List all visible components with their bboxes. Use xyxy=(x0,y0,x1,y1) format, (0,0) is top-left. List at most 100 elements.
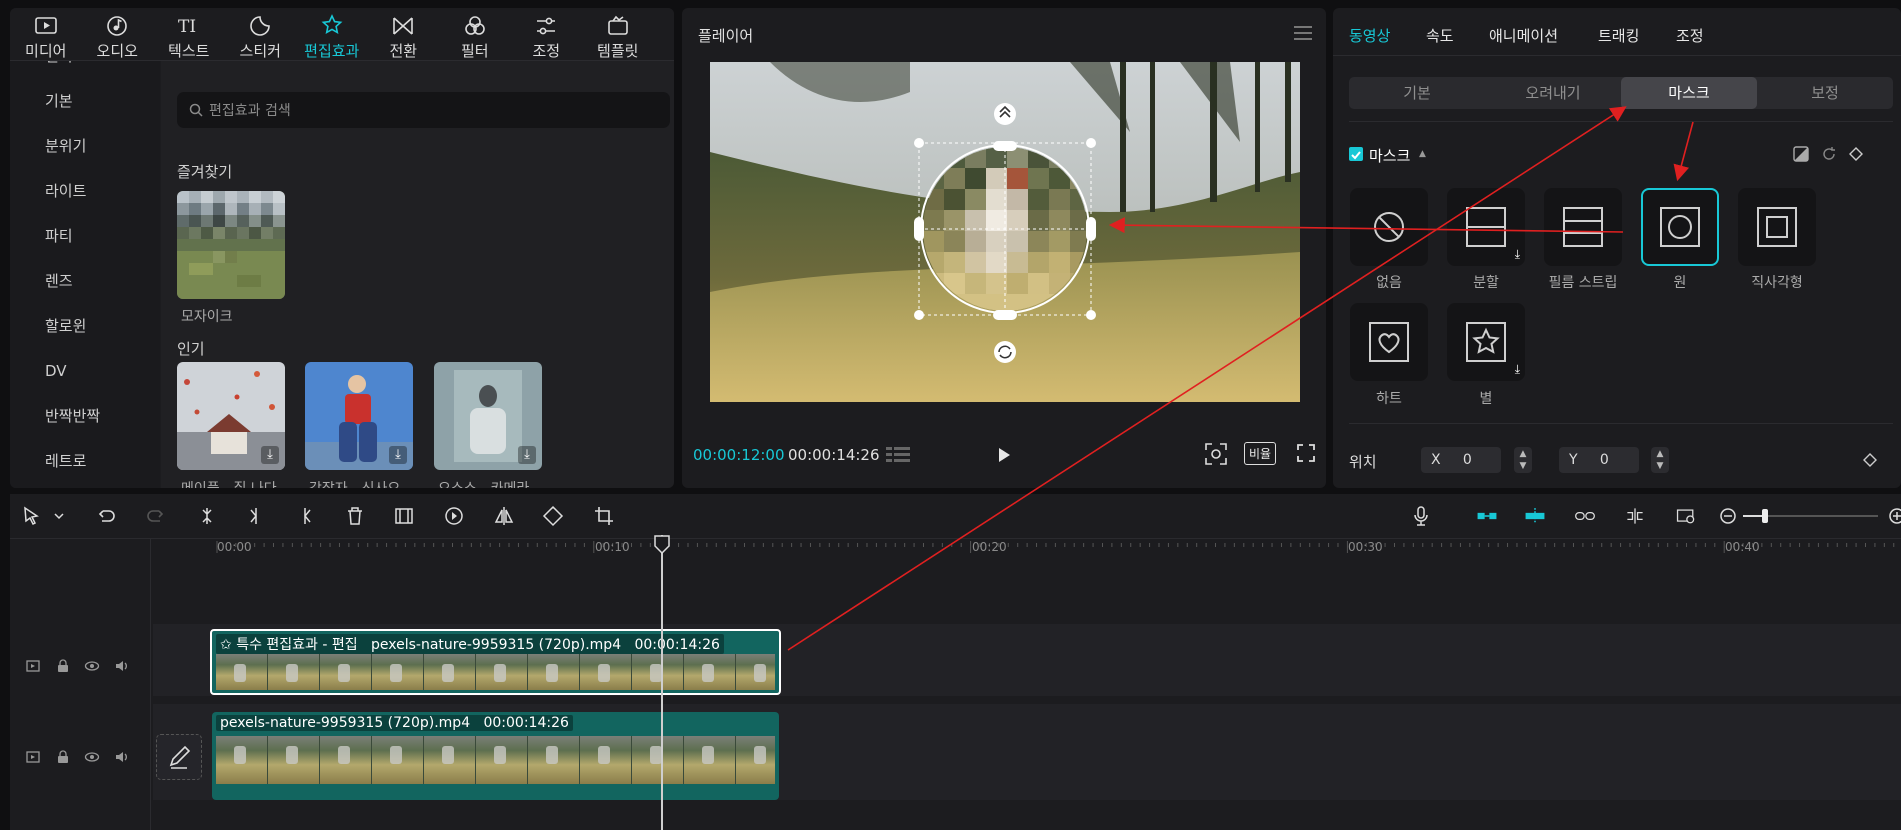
trim-right-button[interactable] xyxy=(294,505,316,527)
select-dropdown[interactable] xyxy=(48,505,64,527)
sidebar-item-light[interactable]: 라이트 xyxy=(10,169,160,214)
tab-media[interactable]: 미디어 xyxy=(10,8,82,61)
effect-card-mosaic[interactable] xyxy=(177,191,285,299)
sidebar-item-basic[interactable]: 기본 xyxy=(10,79,160,124)
mask-heart[interactable] xyxy=(1350,303,1428,381)
sidebar-item-retro[interactable]: 레트로 xyxy=(10,439,160,484)
mask-none[interactable] xyxy=(1350,188,1428,266)
subtab-enhance[interactable]: 보정 xyxy=(1757,77,1893,109)
freeze-button[interactable] xyxy=(393,505,415,527)
download-icon[interactable]: ⤓ xyxy=(389,446,407,464)
tab-adjust[interactable]: 조정 xyxy=(511,8,583,61)
split-clip-icon xyxy=(202,508,212,524)
preview-axis-button[interactable] xyxy=(1624,505,1650,527)
position-y-input[interactable]: Y 0 xyxy=(1559,447,1639,473)
mask-circle[interactable] xyxy=(1641,188,1719,266)
position-x-input[interactable]: X 0 xyxy=(1421,447,1501,473)
effects-search-input[interactable]: 편집효과 검색 xyxy=(177,92,670,128)
main-video-clip[interactable]: pexels-nature-9959315 (720p).mp4 00:00:1… xyxy=(212,712,779,800)
playhead[interactable] xyxy=(661,535,663,830)
sidebar-item-party[interactable]: 파티 xyxy=(10,214,160,259)
trim-left-button[interactable] xyxy=(245,505,267,527)
cover-icon[interactable] xyxy=(25,658,41,674)
cover-edit-button[interactable] xyxy=(156,734,202,780)
y-stepper[interactable]: ▲ ▼ xyxy=(1651,447,1669,473)
cover-icon[interactable] xyxy=(25,749,41,765)
video-preview[interactable] xyxy=(710,62,1300,402)
sidebar-item-popular[interactable]: 인기 xyxy=(10,61,160,79)
volume-icon[interactable] xyxy=(114,749,130,765)
fullscreen-icon[interactable] xyxy=(1296,443,1316,463)
tab-adjust[interactable]: 조정 xyxy=(1676,25,1704,46)
tab-text[interactable]: TI 텍스트 xyxy=(153,8,225,61)
effect-card-pose[interactable]: ⤓ xyxy=(305,362,413,470)
menu-icon[interactable] xyxy=(1294,26,1312,40)
keyframe-icon[interactable] xyxy=(1849,147,1863,161)
reverse-button[interactable] xyxy=(443,505,465,527)
play-icon[interactable] xyxy=(995,445,1013,465)
tab-animation[interactable]: 애니메이션 xyxy=(1489,25,1558,46)
link-button[interactable] xyxy=(1574,505,1600,527)
effect-clip[interactable]: ✩ 특수 편집효과 - 편집 pexels-nature-9959315 (72… xyxy=(210,629,781,695)
tab-sticker[interactable]: 스티커 xyxy=(225,8,297,61)
zoom-in-button[interactable] xyxy=(1886,505,1901,527)
rotate-button[interactable] xyxy=(542,505,564,527)
invert-mask-icon[interactable] xyxy=(1793,146,1809,162)
redo-button[interactable] xyxy=(145,505,167,527)
eye-icon[interactable] xyxy=(84,658,100,674)
tab-audio[interactable]: 오디오 xyxy=(82,8,154,61)
media-icon xyxy=(34,17,57,34)
playhead-handle[interactable] xyxy=(653,534,671,554)
timeline-ruler[interactable] xyxy=(153,539,1901,561)
reset-icon[interactable] xyxy=(1821,146,1837,162)
chevron-up-icon[interactable]: ▲ xyxy=(1419,149,1426,159)
mask-star[interactable]: ⤓ xyxy=(1447,303,1525,381)
lock-icon[interactable] xyxy=(55,749,71,765)
split-button[interactable] xyxy=(196,505,218,527)
effect-card-maple[interactable]: ⤓ xyxy=(177,362,285,470)
volume-icon[interactable] xyxy=(114,658,130,674)
subtab-cutout[interactable]: 오려내기 xyxy=(1485,77,1621,109)
record-audio-button[interactable] xyxy=(1410,505,1432,527)
tab-template[interactable]: 템플릿 xyxy=(582,8,654,61)
subtab-mask[interactable]: 마스크 xyxy=(1621,77,1757,109)
zoom-slider-handle[interactable] xyxy=(1762,509,1768,523)
lock-icon[interactable] xyxy=(55,658,71,674)
tab-video[interactable]: 동영상 xyxy=(1349,25,1390,46)
screenshot-icon[interactable] xyxy=(1204,442,1228,466)
thumbnail-button[interactable] xyxy=(1675,505,1701,527)
tab-transition[interactable]: 전환 xyxy=(368,8,440,61)
x-stepper[interactable]: ▲ ▼ xyxy=(1514,447,1532,473)
delete-button[interactable] xyxy=(344,505,366,527)
ratio-button[interactable]: 비율 xyxy=(1244,442,1277,465)
mask-checkbox[interactable] xyxy=(1349,147,1363,161)
undo-button[interactable] xyxy=(95,505,117,527)
zoom-out-button[interactable] xyxy=(1717,505,1736,527)
download-icon[interactable]: ⤓ xyxy=(1515,362,1520,377)
effect-card-camera[interactable]: ⤓ xyxy=(434,362,542,470)
sidebar-item-halloween[interactable]: 할로윈 xyxy=(10,304,160,349)
tab-effects[interactable]: 편집효과 xyxy=(296,8,368,61)
grid-list-icon[interactable] xyxy=(886,445,912,465)
download-icon[interactable]: ⤓ xyxy=(261,446,279,464)
download-icon[interactable]: ⤓ xyxy=(518,446,536,464)
sidebar-item-sparkle[interactable]: 반짝반짝 xyxy=(10,394,160,439)
mask-rectangle[interactable] xyxy=(1738,188,1816,266)
sidebar-item-mood[interactable]: 분위기 xyxy=(10,124,160,169)
eye-icon[interactable] xyxy=(84,749,100,765)
keyframe-icon[interactable] xyxy=(1863,453,1877,467)
mirror-button[interactable] xyxy=(493,505,515,527)
mask-filmstrip[interactable] xyxy=(1544,188,1622,266)
sidebar-item-lens[interactable]: 렌즈 xyxy=(10,259,160,304)
subtab-basic[interactable]: 기본 xyxy=(1349,77,1485,109)
tab-tracking[interactable]: 트래킹 xyxy=(1598,25,1639,46)
crop-button[interactable] xyxy=(593,505,615,527)
tab-speed[interactable]: 속도 xyxy=(1426,25,1454,46)
mask-split[interactable]: ⤓ xyxy=(1447,188,1525,266)
tab-filter[interactable]: 필터 xyxy=(439,8,511,61)
sidebar-item-dv[interactable]: DV xyxy=(10,349,160,394)
main-track-magnet-button[interactable] xyxy=(1476,505,1504,527)
select-tool-button[interactable] xyxy=(20,505,42,527)
auto-snap-button[interactable] xyxy=(1524,505,1552,527)
download-icon[interactable]: ⤓ xyxy=(1515,247,1520,262)
